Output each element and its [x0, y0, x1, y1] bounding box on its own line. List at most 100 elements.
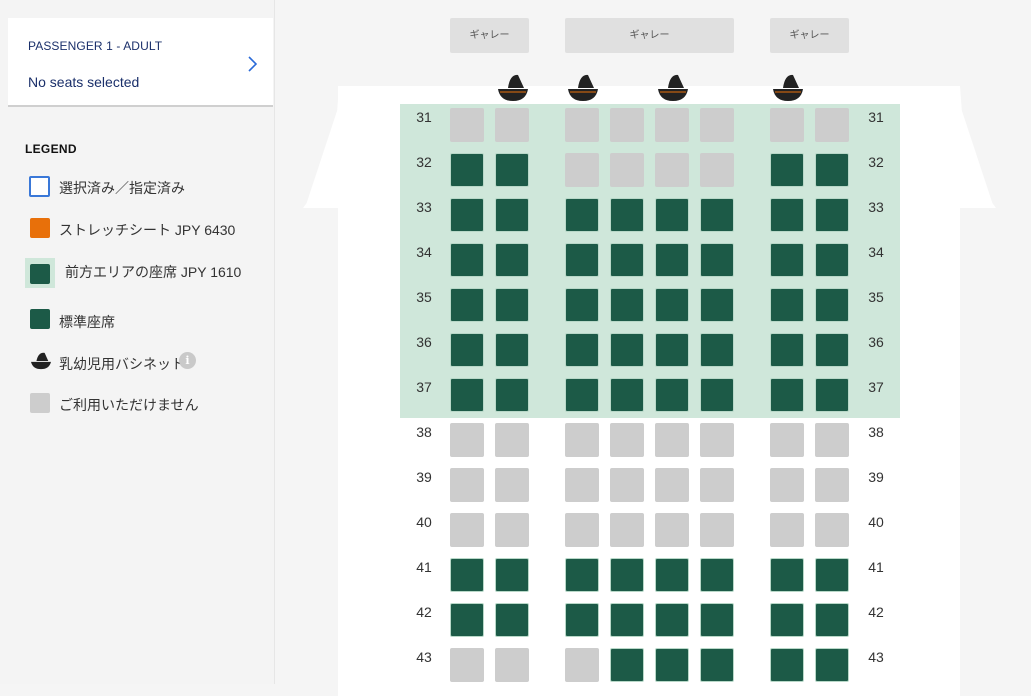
seat-31E: [610, 108, 644, 142]
seat-36E[interactable]: [610, 333, 644, 367]
seat-35G[interactable]: [700, 288, 734, 322]
row-number-left: 32: [416, 154, 432, 170]
seat-42H[interactable]: [770, 603, 804, 637]
seat-36D[interactable]: [565, 333, 599, 367]
seat-35F[interactable]: [655, 288, 689, 322]
seat-42A[interactable]: [450, 603, 484, 637]
seat-36C[interactable]: [495, 333, 529, 367]
seat-43D: [565, 648, 599, 682]
legend-label: ストレッチシート JPY 6430: [59, 222, 236, 238]
seat-37K[interactable]: [815, 378, 849, 412]
seat-41F[interactable]: [655, 558, 689, 592]
seat-32C[interactable]: [495, 153, 529, 187]
seat-31A: [450, 108, 484, 142]
legend-title: LEGEND: [25, 142, 77, 156]
seat-39E: [610, 468, 644, 502]
seat-33H[interactable]: [770, 198, 804, 232]
galley-center: ギャレー: [565, 18, 734, 53]
seat-35H[interactable]: [770, 288, 804, 322]
seat-43K[interactable]: [815, 648, 849, 682]
seat-37H[interactable]: [770, 378, 804, 412]
seat-34E[interactable]: [610, 243, 644, 277]
seat-37F[interactable]: [655, 378, 689, 412]
seat-39D: [565, 468, 599, 502]
seat-41C[interactable]: [495, 558, 529, 592]
seat-33A[interactable]: [450, 198, 484, 232]
seat-36F[interactable]: [655, 333, 689, 367]
unavailable-seat-swatch: [30, 393, 50, 413]
seat-41K[interactable]: [815, 558, 849, 592]
passenger-card[interactable]: PASSENGER 1 - ADULT No seats selected: [8, 18, 273, 107]
seat-39C: [495, 468, 529, 502]
seat-32G: [700, 153, 734, 187]
seat-37D[interactable]: [565, 378, 599, 412]
seat-36K[interactable]: [815, 333, 849, 367]
seat-41H[interactable]: [770, 558, 804, 592]
row-number-right: 43: [868, 649, 884, 665]
chevron-right-icon[interactable]: [245, 54, 259, 74]
seat-33G[interactable]: [700, 198, 734, 232]
seat-41D[interactable]: [565, 558, 599, 592]
info-icon[interactable]: i: [179, 352, 196, 369]
seat-37A[interactable]: [450, 378, 484, 412]
seat-37G[interactable]: [700, 378, 734, 412]
front-area-seat-swatch: [25, 258, 55, 288]
seat-34K[interactable]: [815, 243, 849, 277]
seat-33C[interactable]: [495, 198, 529, 232]
seat-41G[interactable]: [700, 558, 734, 592]
legend-item-front-area: 前方エリアの座席 JPY 1610: [25, 256, 265, 288]
seat-35E[interactable]: [610, 288, 644, 322]
seat-39A: [450, 468, 484, 502]
legend-item-selected: 選択済み／指定済み: [25, 174, 265, 204]
seat-34H[interactable]: [770, 243, 804, 277]
seat-35A[interactable]: [450, 288, 484, 322]
seat-33E[interactable]: [610, 198, 644, 232]
seat-33F[interactable]: [655, 198, 689, 232]
seat-41E[interactable]: [610, 558, 644, 592]
seat-43G[interactable]: [700, 648, 734, 682]
seat-32H[interactable]: [770, 153, 804, 187]
seat-41A[interactable]: [450, 558, 484, 592]
seat-38E: [610, 423, 644, 457]
seat-34F[interactable]: [655, 243, 689, 277]
seat-32A[interactable]: [450, 153, 484, 187]
seat-35C[interactable]: [495, 288, 529, 322]
row-number-left: 33: [416, 199, 432, 215]
row-number-left: 41: [416, 559, 432, 575]
seat-37C[interactable]: [495, 378, 529, 412]
seat-35K[interactable]: [815, 288, 849, 322]
seat-42D[interactable]: [565, 603, 599, 637]
seat-43F[interactable]: [655, 648, 689, 682]
seat-33D[interactable]: [565, 198, 599, 232]
row-number-right: 42: [868, 604, 884, 620]
seat-34C[interactable]: [495, 243, 529, 277]
bassinet-icon: [498, 74, 528, 101]
seat-36H[interactable]: [770, 333, 804, 367]
seat-34D[interactable]: [565, 243, 599, 277]
seat-34G[interactable]: [700, 243, 734, 277]
seat-43E[interactable]: [610, 648, 644, 682]
row-number-right: 38: [868, 424, 884, 440]
seat-42G[interactable]: [700, 603, 734, 637]
seat-42F[interactable]: [655, 603, 689, 637]
legend-label: 標準座席: [59, 314, 115, 330]
seat-38D: [565, 423, 599, 457]
cabin-wall-left: [303, 86, 339, 208]
seat-34A[interactable]: [450, 243, 484, 277]
seat-36G[interactable]: [700, 333, 734, 367]
legend-label: 前方エリアの座席 JPY 1610: [65, 264, 242, 280]
seat-42C[interactable]: [495, 603, 529, 637]
seat-36A[interactable]: [450, 333, 484, 367]
seat-32K[interactable]: [815, 153, 849, 187]
row-number-right: 41: [868, 559, 884, 575]
seat-33K[interactable]: [815, 198, 849, 232]
seat-43H[interactable]: [770, 648, 804, 682]
row-number-right: 37: [868, 379, 884, 395]
seat-37E[interactable]: [610, 378, 644, 412]
row-number-left: 39: [416, 469, 432, 485]
seat-42E[interactable]: [610, 603, 644, 637]
seat-31G: [700, 108, 734, 142]
seat-42K[interactable]: [815, 603, 849, 637]
seat-35D[interactable]: [565, 288, 599, 322]
row-number-left: 40: [416, 514, 432, 530]
